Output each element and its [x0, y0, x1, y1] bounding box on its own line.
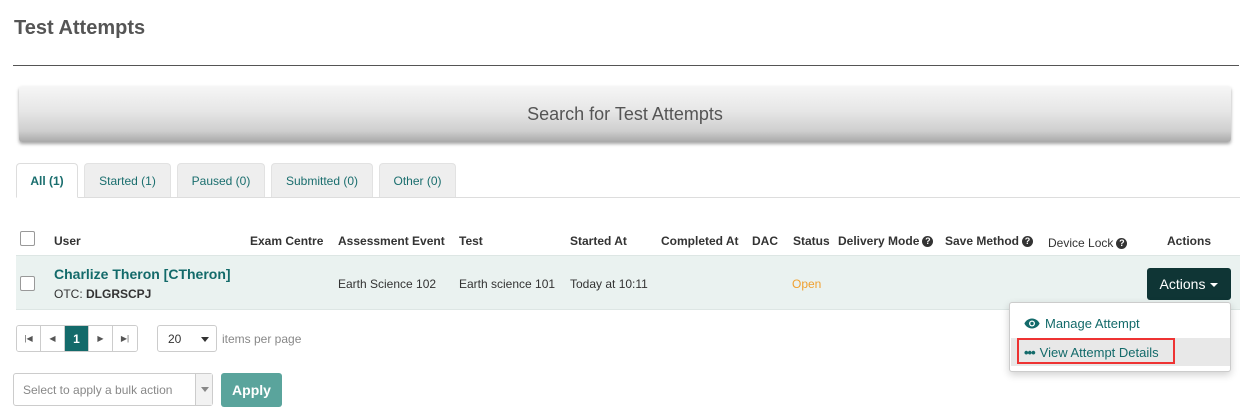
search-bar-label: Search for Test Attempts [527, 103, 723, 124]
device-lock-help-icon[interactable]: ? [1116, 237, 1128, 249]
manage-attempt-menu-item[interactable]: Manage Attempt [1011, 309, 1230, 337]
status-badge: Open [792, 277, 822, 291]
table-header: User Exam Centre Assessment Event Test S… [16, 228, 1240, 255]
manage-attempt-label: Manage Attempt [1045, 315, 1140, 331]
bulk-action-dropdown-arrow-icon [195, 374, 212, 405]
started-at-cell: Today at 10:11 [570, 277, 648, 291]
last-page-button[interactable]: ▶| [113, 326, 137, 351]
delivery-mode-label: Delivery Mode [838, 234, 920, 248]
column-header-started-at[interactable]: Started At [570, 234, 627, 248]
tab-all-label: All (1) [30, 173, 64, 188]
first-page-button[interactable]: |◀ [17, 326, 41, 351]
column-header-dac[interactable]: DAC [752, 234, 778, 248]
column-header-actions: Actions [1167, 234, 1212, 248]
select-all-checkbox[interactable] [20, 231, 35, 246]
tab-paused[interactable]: Paused (0) [177, 163, 265, 197]
view-attempt-details-label: View Attempt Details [1039, 344, 1159, 360]
tab-all[interactable]: All (1) [16, 163, 78, 198]
view-attempt-details-menu-item[interactable]: ••• View Attempt Details [1011, 338, 1230, 366]
column-header-completed-at[interactable]: Completed At [661, 234, 739, 248]
tab-started-label: Started (1) [99, 173, 156, 188]
title-divider [13, 65, 1239, 66]
chevron-down-icon [201, 337, 209, 342]
column-header-save-method[interactable]: Save Method ? [945, 234, 1034, 248]
column-header-assessment-event[interactable]: Assessment Event [338, 234, 445, 248]
otc-value: DLGRSCPJ [86, 287, 152, 301]
assessment-event-cell: Earth Science 102 [338, 277, 437, 291]
search-test-attempts-bar[interactable]: Search for Test Attempts [19, 86, 1231, 142]
eye-icon [1024, 318, 1040, 328]
status-tabs: All (1) Started (1) Paused (0) Submitted… [16, 163, 1240, 198]
tab-other-label: Other (0) [393, 173, 442, 188]
user-name-link[interactable]: Charlize Theron [CTheron] [54, 266, 231, 282]
column-header-test[interactable]: Test [459, 234, 483, 248]
tab-other[interactable]: Other (0) [379, 163, 456, 197]
tab-submitted-label: Submitted (0) [285, 173, 359, 188]
apply-button[interactable]: Apply [221, 373, 282, 407]
actions-button-label: Actions [1159, 276, 1206, 292]
next-page-button[interactable]: ▶ [89, 326, 113, 351]
delivery-mode-help-icon[interactable]: ? [922, 235, 934, 247]
tab-started[interactable]: Started (1) [84, 163, 171, 197]
items-per-page-label: items per page [222, 332, 302, 346]
column-header-status[interactable]: Status [793, 234, 830, 248]
tab-submitted[interactable]: Submitted (0) [271, 163, 373, 197]
save-method-label: Save Method [945, 234, 1020, 248]
column-header-delivery-mode[interactable]: Delivery Mode ? [838, 234, 934, 248]
bulk-action-placeholder: Select to apply a bulk action [23, 382, 173, 397]
items-per-page-value: 20 [168, 331, 182, 346]
row-select-checkbox[interactable] [20, 276, 35, 291]
items-per-page-select[interactable]: 20 [157, 325, 217, 352]
caret-down-icon [1210, 283, 1219, 287]
current-page-button[interactable]: 1 [65, 326, 89, 351]
pagination: |◀ ◀ 1 ▶ ▶| [16, 325, 138, 352]
save-method-help-icon[interactable]: ? [1022, 235, 1034, 247]
otc-code: OTC: DLGRSCPJ [54, 287, 151, 301]
previous-page-button[interactable]: ◀ [41, 326, 65, 351]
ellipsis-icon: ••• [1024, 344, 1036, 360]
otc-label: OTC: [54, 287, 83, 301]
bulk-action-select[interactable]: Select to apply a bulk action [13, 373, 213, 406]
test-cell: Earth science 101 [459, 277, 556, 291]
device-lock-label: Device Lock [1048, 236, 1114, 250]
page-title: Test Attempts [14, 17, 146, 39]
column-header-user[interactable]: User [54, 234, 81, 248]
column-header-exam-centre[interactable]: Exam Centre [250, 234, 323, 248]
column-header-device-lock[interactable]: Device Lock ? [1048, 236, 1128, 250]
actions-dropdown-menu: Manage Attempt ••• View Attempt Details [1009, 302, 1231, 372]
tab-paused-label: Paused (0) [191, 173, 251, 188]
actions-button[interactable]: Actions [1147, 268, 1231, 300]
